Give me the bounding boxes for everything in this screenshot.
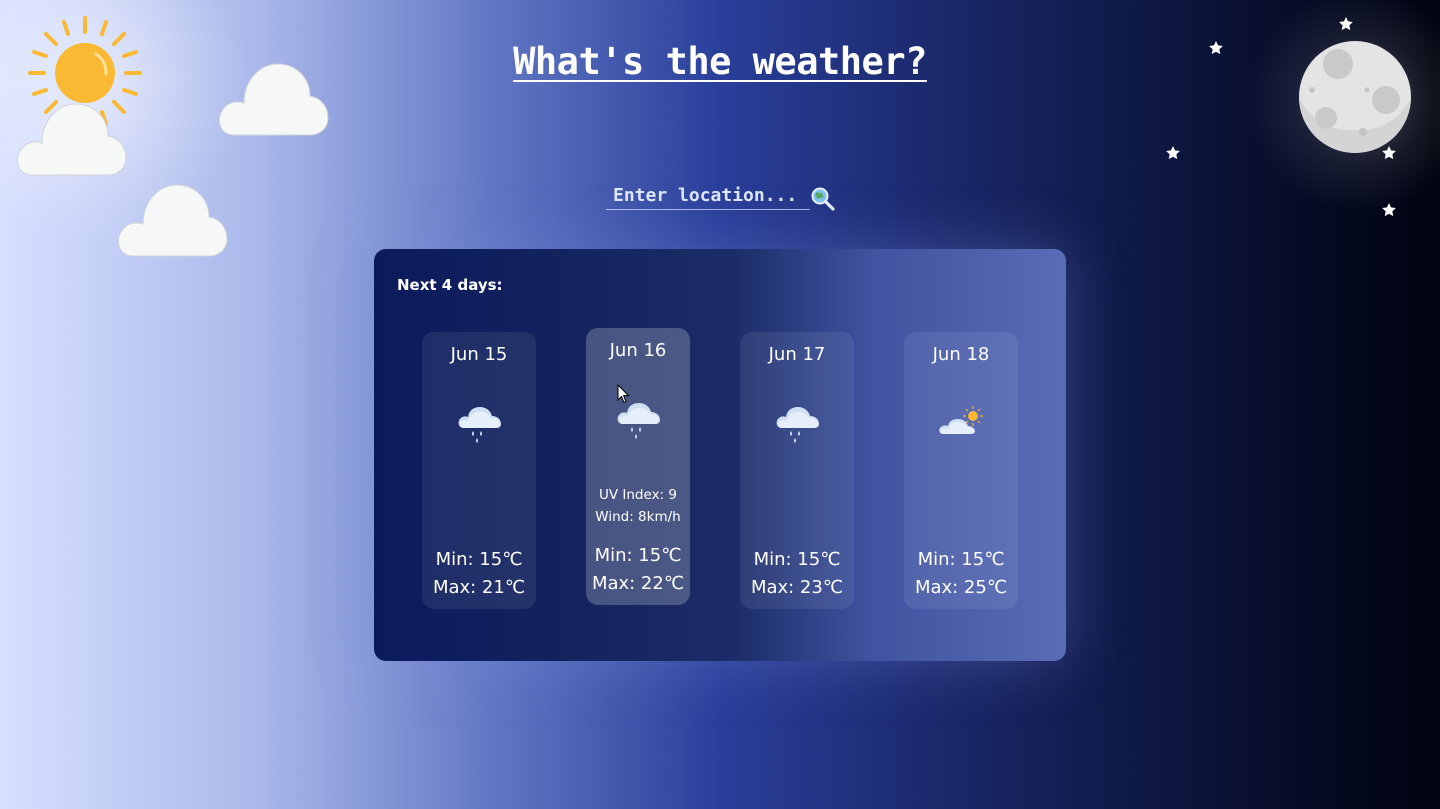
day-card-jun-17[interactable]: Jun 17 Min: 15℃ Max: 23℃	[740, 332, 854, 609]
max-temp: Max: 22℃	[591, 573, 685, 594]
rain-cloud-icon	[458, 407, 501, 443]
day-date: Jun 17	[768, 344, 826, 365]
search-icon[interactable]	[810, 186, 836, 212]
rain-cloud-icon	[776, 407, 819, 443]
day-card-jun-15[interactable]: Jun 15 Min: 15℃ Max: 21℃	[422, 332, 536, 609]
max-temp: Max: 25℃	[914, 577, 1008, 598]
max-temp: Max: 23℃	[750, 577, 844, 598]
min-temp: Min: 15℃	[917, 549, 1005, 570]
max-temp: Max: 21℃	[432, 577, 526, 598]
day-card-jun-16[interactable]: Jun 16 UV Index: 9 Wind: 8km/h Min: 15℃ …	[586, 328, 690, 605]
star-icon	[1382, 203, 1396, 217]
min-temp: Min: 15℃	[594, 545, 682, 566]
day-date: Jun 15	[450, 344, 508, 365]
mouse-cursor-icon	[617, 384, 630, 404]
min-temp: Min: 15℃	[753, 549, 841, 570]
min-temp: Min: 15℃	[435, 549, 523, 570]
star-icon	[1339, 17, 1353, 31]
forecast-heading: Next 4 days:	[397, 276, 503, 294]
location-input[interactable]	[606, 182, 810, 210]
wind-speed: Wind: 8km/h	[595, 509, 681, 525]
forecast-panel: Next 4 days: Jun 15 Min: 15℃ Max: 21℃ Ju…	[374, 249, 1066, 661]
day-temps: Min: 15℃ Max: 22℃	[586, 542, 690, 598]
uv-index: UV Index: 9	[598, 487, 677, 503]
page-title: What's the weather?	[0, 40, 1440, 83]
day-date: Jun 16	[609, 340, 667, 361]
rain-cloud-icon	[617, 403, 660, 439]
day-temps: Min: 15℃ Max: 25℃	[904, 546, 1018, 602]
day-details: UV Index: 9 Wind: 8km/h	[586, 484, 690, 528]
cloud-icon	[117, 184, 228, 257]
day-date: Jun 18	[932, 344, 990, 365]
location-search	[606, 182, 836, 214]
star-icon	[1166, 146, 1180, 160]
day-temps: Min: 15℃ Max: 23℃	[740, 546, 854, 602]
day-card-jun-18[interactable]: Jun 18 Min: 15℃ Max: 25℃	[904, 332, 1018, 609]
page-title-text: What's the weather?	[513, 40, 927, 83]
day-temps: Min: 15℃ Max: 21℃	[422, 546, 536, 602]
star-icon	[1382, 146, 1396, 160]
cloud-icon	[16, 103, 127, 176]
partly-cloudy-icon	[939, 406, 983, 434]
